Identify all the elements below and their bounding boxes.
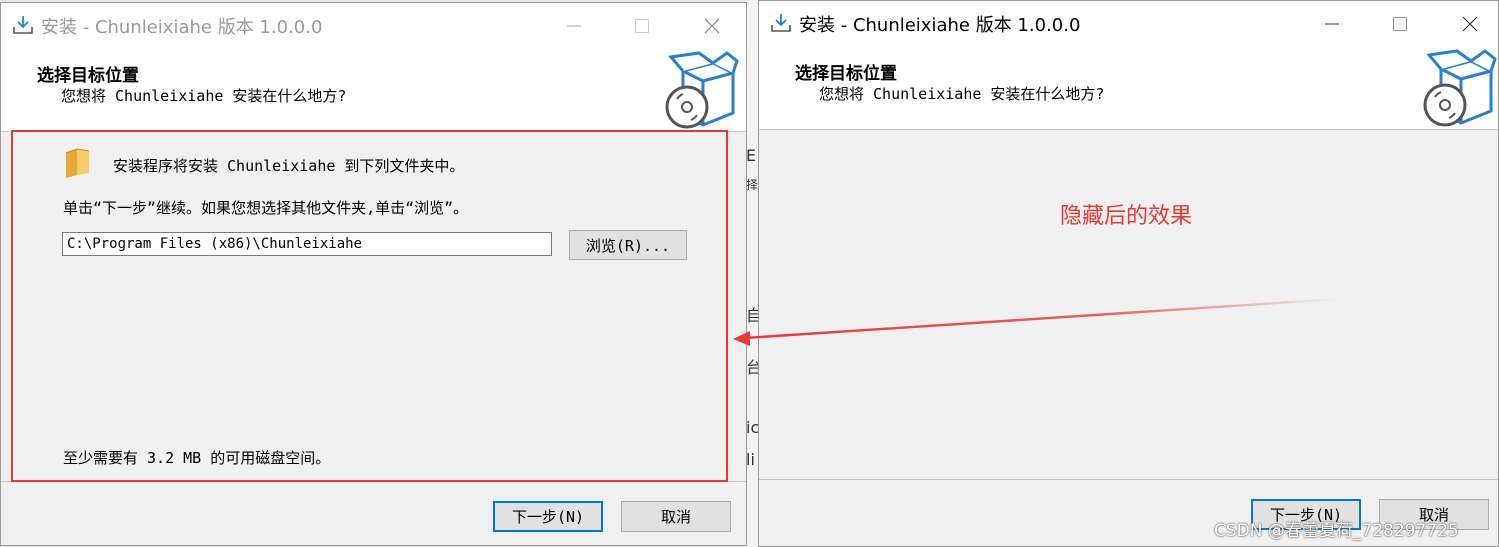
watermark-text: CSDN @春蕾夏荷_728297725	[1214, 521, 1459, 541]
annotation-arrow	[733, 297, 1339, 346]
